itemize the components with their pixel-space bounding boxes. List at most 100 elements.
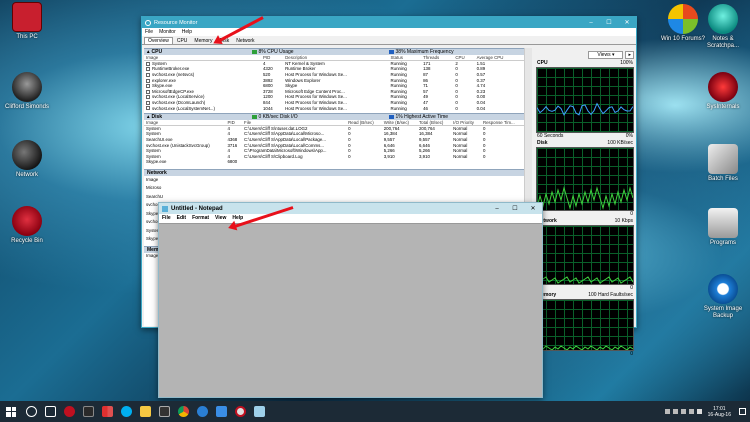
resource-monitor-taskbar-icon[interactable] — [235, 406, 246, 417]
graph-disk: Disk 100 KB/sec 0 — [536, 140, 634, 218]
batch-files-icon[interactable]: Batch Files — [696, 144, 750, 183]
notepad-taskbar-icon[interactable] — [254, 406, 265, 417]
taskbar: 17:01 16-Aug-16 — [0, 401, 750, 422]
row-checkbox[interactable] — [146, 106, 150, 111]
this-pc-label: This PC — [16, 34, 38, 40]
network-icon[interactable]: Network — [0, 140, 54, 179]
graph-footer-right: 0 — [630, 285, 633, 291]
skype-icon[interactable] — [121, 406, 132, 417]
table-cell: 0 — [455, 105, 458, 111]
graph-line — [537, 345, 633, 350]
graph-title: CPU — [537, 60, 548, 66]
table-cell: 1044 — [262, 105, 273, 111]
tray-icon[interactable] — [680, 409, 686, 414]
maximize-icon[interactable]: ☐ — [600, 19, 618, 26]
tab-cpu[interactable]: CPU — [174, 38, 191, 44]
windows-tiles-icon[interactable] — [102, 406, 113, 417]
network-section-header[interactable]: Network — [144, 168, 524, 176]
rm-menu-monitor[interactable]: Monitor — [159, 29, 176, 35]
disk-active-text: 1% Highest Active Time — [395, 113, 449, 120]
graph-line — [537, 276, 633, 284]
table-cell: Host Process for Windows Se... — [285, 105, 347, 111]
row-checkbox[interactable] — [146, 100, 150, 105]
graph-panel-toggle-icon[interactable]: ▸ — [625, 51, 634, 59]
tray-icons[interactable] — [664, 409, 702, 414]
rm-menu-help[interactable]: Help — [182, 29, 192, 35]
graph-canvas — [536, 299, 634, 351]
notepad-text-area[interactable] — [159, 223, 542, 397]
views-button[interactable]: Views ▾ — [588, 51, 624, 59]
rm-graph-panel: Views ▾ ▸ CPU 100% 60 Seconds 0% Disk 100 KB/… — [536, 50, 634, 357]
programs-icon[interactable]: Programs — [696, 208, 750, 247]
tray-icon[interactable] — [688, 409, 694, 414]
row-checkbox[interactable] — [146, 95, 150, 100]
volume-icon[interactable] — [696, 409, 702, 414]
row-checkbox[interactable] — [146, 78, 150, 83]
notepad-menu-format[interactable]: Format — [192, 215, 209, 221]
row-checkbox[interactable] — [146, 67, 150, 72]
disk-section-header[interactable]: ▴ Disk 0 KB/sec Disk I/O 1% Highest Acti… — [144, 112, 524, 120]
network-label: Network — [15, 172, 38, 178]
tab-overview[interactable]: Overview — [144, 37, 173, 44]
sysinternals-icon[interactable]: SysInternals — [696, 72, 750, 111]
row-checkbox[interactable] — [146, 61, 150, 66]
notepad-titlebar[interactable]: Untitled - Notepad – ☐ ✕ — [159, 203, 542, 214]
maximize-icon[interactable]: ☐ — [506, 205, 524, 212]
start-icon[interactable] — [6, 406, 16, 417]
clock[interactable]: 17:01 16-Aug-16 — [708, 406, 731, 418]
table-cell: 0.04 — [476, 105, 486, 111]
notepad-menu-edit[interactable]: Edit — [177, 215, 186, 221]
monitor-app-icon[interactable] — [83, 406, 94, 417]
cpu-freq-text: 38% Maximum Frequency — [395, 49, 454, 55]
close-icon[interactable]: ✕ — [618, 19, 636, 26]
tray-icon[interactable] — [672, 409, 678, 414]
app-icon[interactable] — [159, 406, 170, 417]
table-cell — [451, 159, 481, 165]
system-image-backup-icon[interactable]: System Image Backup — [696, 274, 750, 320]
rm-menu-file[interactable]: File — [145, 29, 153, 35]
row-checkbox[interactable] — [146, 72, 150, 77]
task-view-icon[interactable] — [45, 406, 56, 417]
clifford-simonds-icon[interactable]: Clifford Simonds — [0, 72, 54, 111]
notes-scratchpad-icon[interactable]: Notes & Scratchpa... — [696, 4, 750, 50]
row-checkbox[interactable] — [146, 89, 150, 94]
tray-icon[interactable] — [664, 409, 670, 414]
cpu-section-header[interactable]: ▴ CPU 8% CPU Usage 38% Maximum Frequency — [144, 48, 524, 55]
store-icon[interactable] — [216, 406, 227, 417]
chrome-icon[interactable] — [178, 406, 189, 417]
graph-label: Disk 100 KB/sec — [536, 140, 634, 147]
graph-cpu: CPU 100% 60 Seconds 0% — [536, 60, 634, 140]
minimize-icon[interactable]: – — [488, 206, 506, 212]
close-icon[interactable]: ✕ — [524, 205, 542, 212]
this-pc-icon[interactable]: This PC — [0, 2, 54, 41]
notepad-menu-file[interactable]: File — [162, 215, 171, 221]
file-explorer-icon[interactable] — [140, 406, 151, 417]
table-row[interactable]: svchost.exe (LocalSystemNet...) 1044 Host … — [144, 105, 524, 111]
list-item[interactable]: Microso — [146, 184, 524, 193]
table-row[interactable]: Skype.exe 6800 — [144, 159, 524, 165]
graph-canvas — [536, 147, 634, 211]
cpu-usage-indicator — [251, 50, 257, 54]
notepad-menu-view[interactable]: View — [215, 215, 226, 221]
notepad-menubar: File Edit Format View Help — [159, 214, 542, 222]
list-item[interactable]: Image — [146, 176, 524, 185]
recycle-bin-icon[interactable]: Recycle Bin — [0, 206, 54, 245]
table-cell — [481, 159, 524, 165]
views-label: Views — [597, 52, 611, 58]
list-item[interactable]: SearchU — [146, 193, 524, 202]
edge-icon[interactable] — [197, 406, 208, 417]
jabba-app-icon[interactable] — [64, 406, 75, 417]
notifications-icon[interactable] — [739, 408, 746, 415]
network-section-title: Network — [147, 169, 167, 176]
graph-footer-right: 0% — [625, 133, 633, 139]
cpu-usage-text: 8% CPU Usage — [258, 49, 294, 55]
table-cell: svchost.exe (LocalSystemNet...) — [144, 105, 261, 111]
row-checkbox[interactable] — [146, 84, 150, 89]
minimize-icon[interactable]: – — [582, 20, 600, 26]
search-icon[interactable] — [26, 406, 37, 417]
views-row: Views ▾ ▸ — [536, 50, 634, 60]
graph-line — [537, 102, 633, 116]
rm-titlebar[interactable]: Resource Monitor – ☐ ✕ — [142, 17, 636, 28]
disk-table: Image PID File Read (B/sec) Write (B/sec) Tot… — [144, 119, 524, 165]
tab-network[interactable]: Network — [233, 38, 257, 44]
